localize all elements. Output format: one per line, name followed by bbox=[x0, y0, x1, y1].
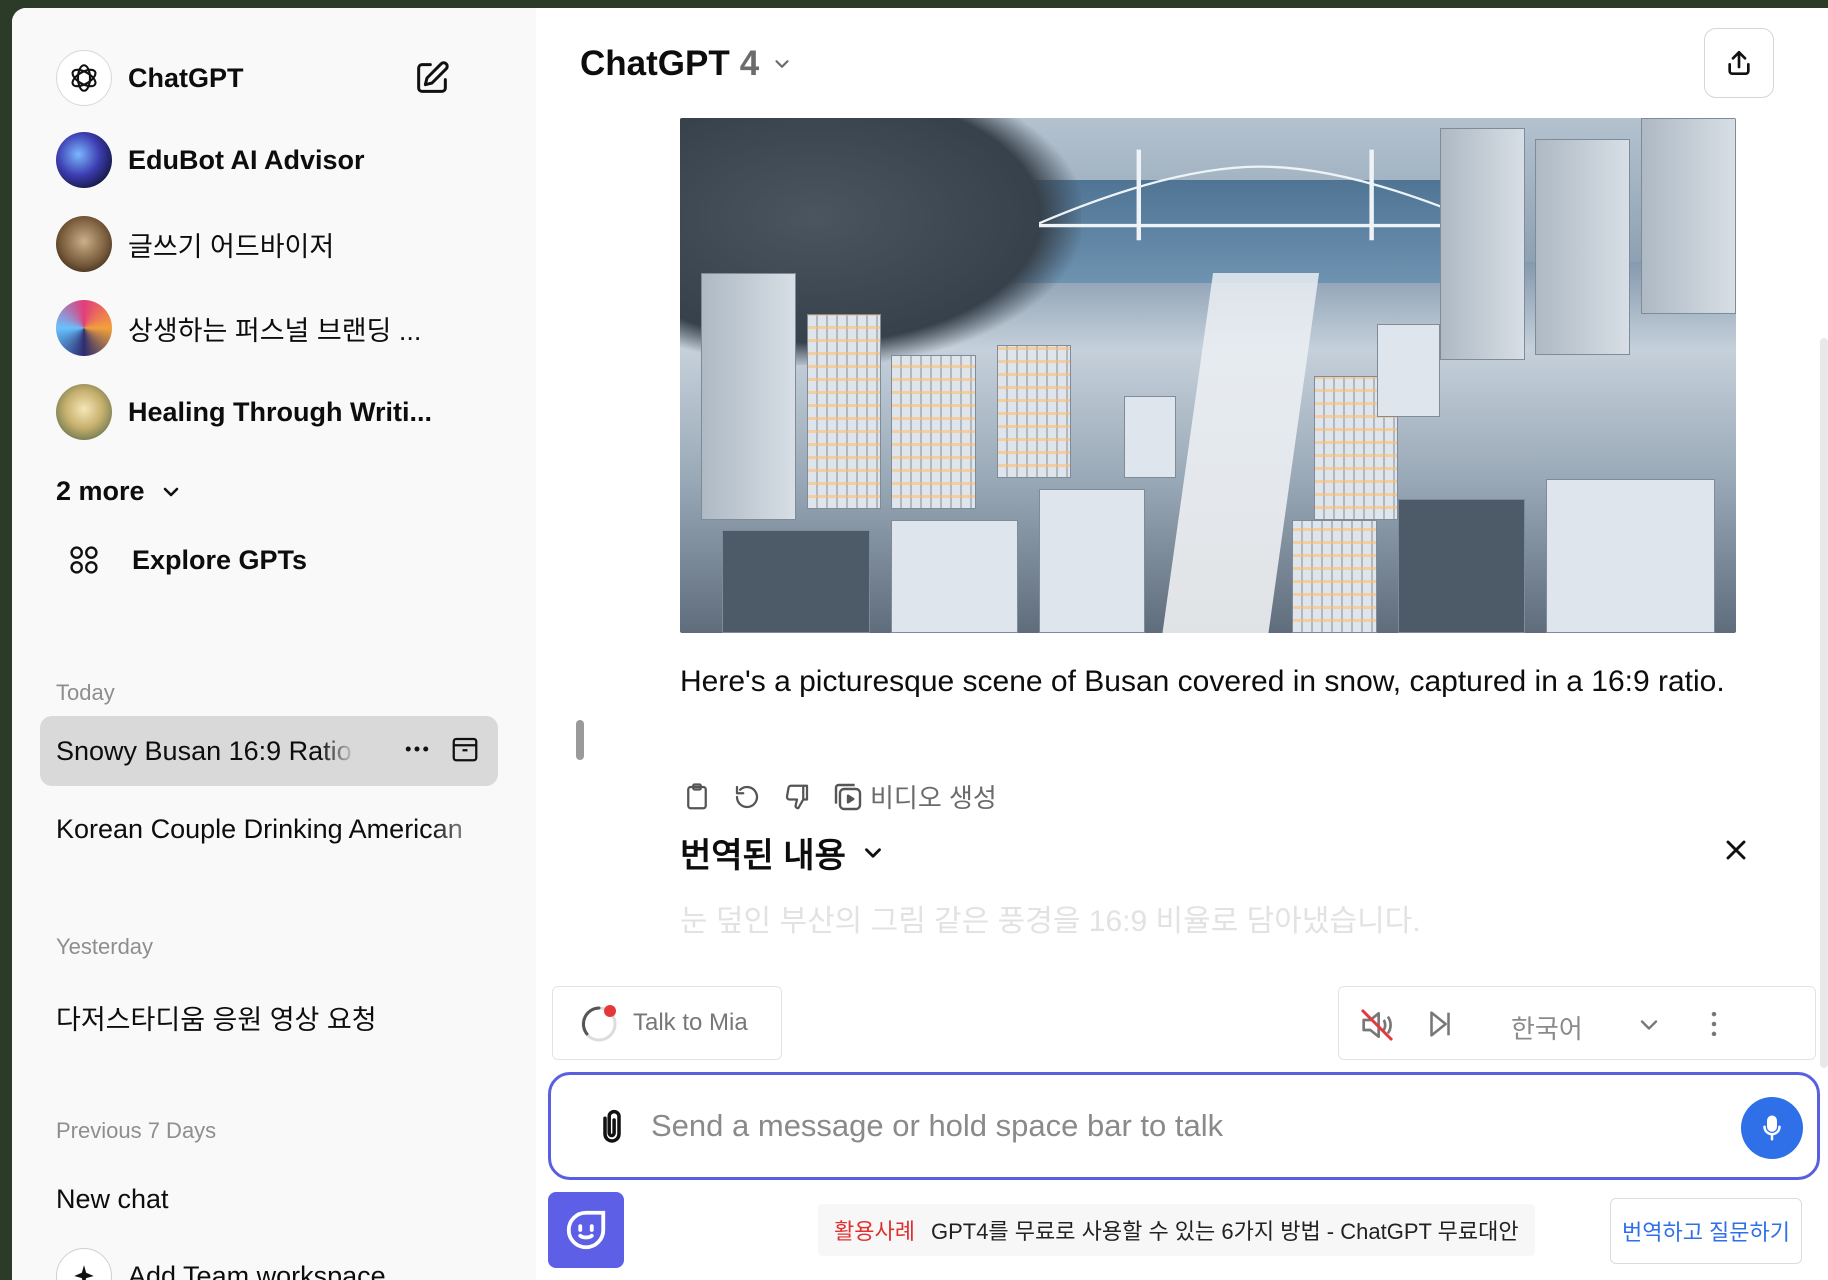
talk-to-mia-button[interactable]: Talk to Mia bbox=[552, 986, 782, 1060]
close-icon bbox=[1726, 840, 1746, 860]
thumbs-down-icon[interactable] bbox=[782, 782, 812, 812]
chat-item-label: Snowy Busan 16:9 Ratio bbox=[56, 735, 352, 766]
sparkle-icon bbox=[56, 1248, 112, 1280]
regenerate-icon[interactable] bbox=[732, 782, 762, 812]
microphone-icon bbox=[1763, 1115, 1781, 1141]
voice-input-button[interactable] bbox=[1741, 1097, 1803, 1159]
new-chat-button[interactable] bbox=[412, 58, 452, 98]
edubot-avatar bbox=[56, 132, 112, 188]
message-actions: 비디오 생성 bbox=[682, 778, 997, 815]
message-input[interactable] bbox=[651, 1101, 1651, 1151]
explore-gpts-button[interactable]: Explore GPTs bbox=[68, 544, 307, 576]
sidebar-item-label: EduBot AI Advisor bbox=[128, 144, 365, 175]
more-gpts-label: 2 more bbox=[56, 476, 145, 506]
more-vertical-icon[interactable] bbox=[1697, 1007, 1731, 1041]
more-gpts-toggle[interactable]: 2 more bbox=[56, 476, 183, 507]
muted-speaker-icon[interactable] bbox=[1357, 1005, 1397, 1045]
section-label-yesterday: Yesterday bbox=[56, 934, 154, 959]
chat-item[interactable]: Korean Couple Drinking American bbox=[56, 814, 496, 845]
sidebar-item-personal-branding[interactable]: 상생하는 퍼스널 브랜딩 ... bbox=[56, 298, 496, 358]
assistant-bot-button[interactable] bbox=[548, 1192, 624, 1268]
generate-video-button[interactable]: 비디오 생성 bbox=[832, 778, 997, 815]
sidebar-item-edubot[interactable]: EduBot AI Advisor bbox=[56, 130, 496, 190]
explore-gpts-label: Explore GPTs bbox=[132, 544, 308, 575]
more-options-icon[interactable] bbox=[402, 734, 432, 764]
talk-to-mia-label: Talk to Mia bbox=[633, 1009, 748, 1036]
sidebar-item-label: 글쓰기 어드바이저 bbox=[128, 231, 335, 262]
sidebar-item-label: Healing Through Writi... bbox=[128, 396, 432, 427]
chat-bot-icon bbox=[566, 1210, 606, 1250]
add-team-workspace-label: Add Team workspace bbox=[128, 1260, 386, 1280]
promo-text: GPT4를 무료로 사용할 수 있는 6가지 방법 - ChatGPT 무료대안 bbox=[930, 1219, 1519, 1244]
close-translation-button[interactable] bbox=[1720, 834, 1752, 866]
chat-item[interactable]: New chat bbox=[56, 1184, 496, 1215]
model-version: 4 bbox=[739, 44, 760, 83]
app-window: ChatGPT EduBot AI Advisor 글쓰기 어드바이저 상생하는… bbox=[12, 8, 1828, 1280]
translation-text: 눈 덮인 부산의 그림 같은 풍경을 16:9 비율로 담아냈습니다. bbox=[680, 905, 1421, 938]
chevron-down-icon bbox=[864, 847, 881, 858]
chevron-down-icon bbox=[163, 487, 178, 496]
add-team-workspace-button[interactable]: Add Team workspace bbox=[56, 1248, 386, 1280]
model-name: ChatGPT bbox=[580, 44, 730, 83]
sidebar-item-label: ChatGPT bbox=[128, 62, 244, 93]
page-scrollbar[interactable] bbox=[1820, 338, 1828, 1068]
archive-icon[interactable] bbox=[450, 734, 480, 764]
healing-writing-avatar bbox=[56, 384, 112, 440]
voice-toolbar: 한국어 bbox=[1338, 986, 1816, 1060]
generated-image-busan-snow[interactable] bbox=[680, 118, 1736, 633]
chat-item[interactable]: 다저스타디움 응원 영상 요청 bbox=[56, 998, 496, 1037]
generate-video-label: 비디오 생성 bbox=[870, 783, 997, 813]
edit-icon bbox=[417, 61, 449, 93]
section-label-today: Today bbox=[56, 680, 115, 705]
translate-and-ask-button[interactable]: 번역하고 질문하기 bbox=[1610, 1198, 1802, 1264]
main-panel: ChatGPT 4 Here's a picturesque scene of … bbox=[536, 8, 1828, 1280]
chat-item-active[interactable]: Snowy Busan 16:9 Ratio bbox=[40, 716, 498, 786]
language-select[interactable]: 한국어 bbox=[1511, 1009, 1583, 1046]
promo-banner[interactable]: 활용사례 GPT4를 무료로 사용할 수 있는 6가지 방법 - ChatGPT… bbox=[818, 1204, 1535, 1256]
assistant-message-text: Here's a picturesque scene of Busan cove… bbox=[680, 665, 1725, 698]
chevron-down-icon[interactable] bbox=[1635, 1011, 1663, 1039]
promo-tag: 활용사례 bbox=[834, 1219, 915, 1244]
sidebar: ChatGPT EduBot AI Advisor 글쓰기 어드바이저 상생하는… bbox=[12, 8, 536, 1280]
section-label-previous-7-days: Previous 7 Days bbox=[56, 1118, 217, 1143]
attach-button[interactable] bbox=[591, 1103, 633, 1156]
video-icon bbox=[834, 783, 862, 810]
translation-toggle[interactable]: 번역된 내용 bbox=[680, 828, 886, 877]
grid-icon bbox=[70, 546, 98, 574]
personal-branding-avatar bbox=[56, 300, 112, 356]
scroll-handle[interactable] bbox=[576, 720, 584, 760]
model-selector[interactable]: ChatGPT 4 bbox=[580, 44, 793, 84]
copy-icon[interactable] bbox=[682, 782, 712, 812]
openai-logo-icon bbox=[56, 50, 112, 106]
sidebar-item-label: 상생하는 퍼스널 브랜딩 ... bbox=[128, 315, 422, 346]
skip-icon[interactable] bbox=[1423, 1007, 1457, 1041]
chevron-down-icon bbox=[775, 60, 789, 68]
message-composer[interactable] bbox=[548, 1072, 1820, 1180]
share-icon bbox=[1728, 51, 1750, 75]
paperclip-icon bbox=[603, 1109, 621, 1143]
talk-status-icon bbox=[581, 1005, 617, 1042]
translation-title: 번역된 내용 bbox=[680, 837, 846, 875]
share-button[interactable] bbox=[1704, 28, 1774, 98]
writing-advisor-avatar bbox=[56, 216, 112, 272]
sidebar-item-healing-writing[interactable]: Healing Through Writi... bbox=[56, 382, 496, 442]
sidebar-item-writing-advisor[interactable]: 글쓰기 어드바이저 bbox=[56, 214, 496, 274]
